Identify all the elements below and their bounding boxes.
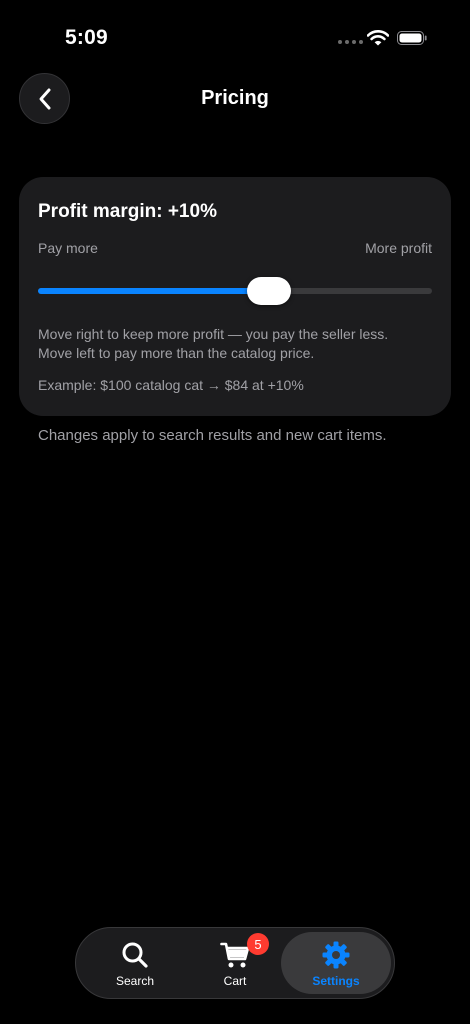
battery-icon (397, 31, 427, 45)
pricing-example: Example: $100 catalog cat → $84 at +10% (38, 377, 304, 393)
description-line: Move left to pay more than the catalog p… (38, 345, 315, 361)
profit-margin-card: Profit margin: +10% Pay more More profit… (19, 177, 451, 416)
slider-description: Move right to keep more profit — you pay… (38, 325, 388, 363)
wifi-icon (367, 30, 389, 46)
tab-label: Search (115, 974, 155, 988)
description-line: Move right to keep more profit — you pay… (38, 326, 389, 342)
cellular-signal-icon (338, 40, 363, 44)
changes-footnote: Changes apply to search results and new … (38, 427, 387, 444)
slider-thumb[interactable] (247, 277, 291, 305)
profit-margin-slider[interactable] (38, 275, 432, 307)
page-title: Pricing (201, 87, 269, 109)
tab-label: Settings (312, 974, 360, 988)
status-bar: 5:09 (0, 0, 470, 60)
slider-fill (38, 288, 269, 294)
pricing-screen: 5:09 Pricing Profit margin: +10% Pay mor… (0, 0, 470, 1024)
cart-icon (220, 942, 250, 968)
cart-badge: 5 (247, 933, 269, 955)
tab-cart[interactable]: Cart (185, 932, 285, 994)
profit-margin-title: Profit margin: +10% (38, 201, 217, 222)
tab-bar: Search Cart Settings (75, 927, 395, 999)
tab-settings[interactable]: Settings (281, 932, 391, 994)
search-icon (122, 942, 148, 968)
status-time: 5:09 (65, 26, 108, 49)
gear-icon (322, 941, 350, 969)
tab-label: Cart (223, 974, 247, 988)
slider-min-label: Pay more (38, 240, 98, 256)
slider-max-label: More profit (365, 240, 432, 256)
tab-search[interactable]: Search (85, 932, 185, 994)
